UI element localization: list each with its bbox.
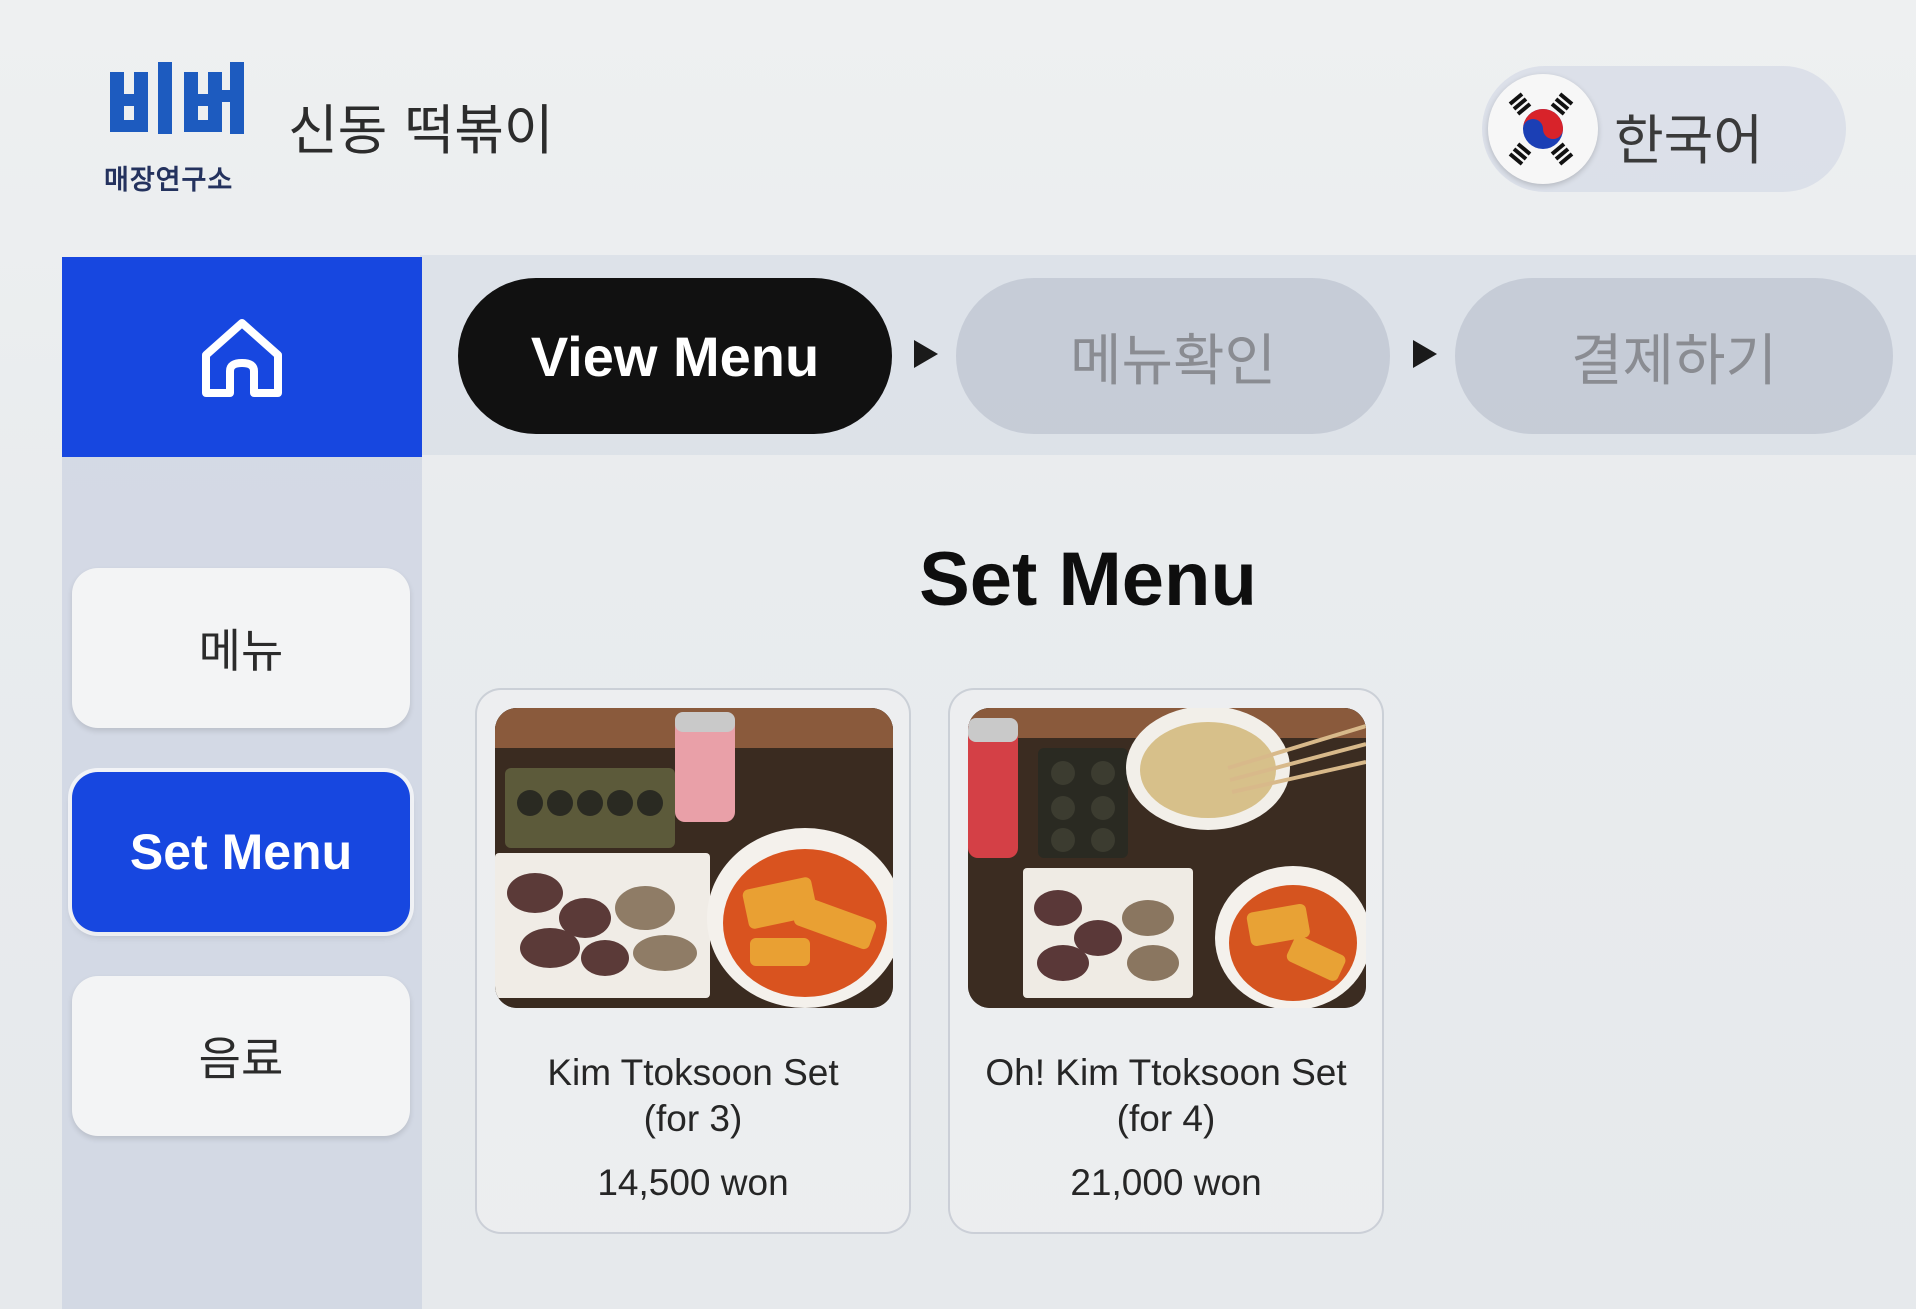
step-arrow-icon (914, 340, 938, 368)
menu-item-name-line1: Oh! Kim Ttoksoon Set (985, 1052, 1347, 1093)
step-arrow-icon (1413, 340, 1437, 368)
step-confirm-menu[interactable]: 메뉴확인 (956, 278, 1390, 434)
step-view-menu[interactable]: View Menu (458, 278, 892, 434)
category-menu[interactable]: 메뉴 (72, 568, 410, 728)
menu-item-name: Kim Ttoksoon Set (for 3) (477, 1050, 909, 1142)
logo-mark-icon (110, 62, 244, 134)
home-icon (202, 319, 282, 397)
category-drinks[interactable]: 음료 (72, 976, 410, 1136)
menu-item-name: Oh! Kim Ttoksoon Set (for 4) (950, 1050, 1382, 1142)
step-payment[interactable]: 결제하기 (1455, 278, 1893, 434)
menu-item-name-line2: (for 3) (643, 1098, 743, 1139)
menu-item-name-line2: (for 4) (1116, 1098, 1216, 1139)
food-photo (968, 708, 1366, 1008)
menu-item-name-line1: Kim Ttoksoon Set (547, 1052, 839, 1093)
home-button[interactable] (62, 257, 422, 457)
language-button[interactable]: 한국어 (1482, 66, 1846, 192)
section-title: Set Menu (919, 537, 1257, 622)
menu-item-price: 21,000 won (1070, 1162, 1262, 1203)
store-name: 신동 떡볶이 (288, 99, 554, 162)
header: 매장연구소 신동 떡볶이 한국어 (0, 0, 1916, 255)
menu-item-price: 14,500 won (597, 1162, 789, 1203)
menu-item-card[interactable]: Oh! Kim Ttoksoon Set (for 4) 21,000 won (948, 688, 1384, 1234)
language-label: 한국어 (1614, 109, 1764, 172)
food-photo (495, 708, 893, 1008)
store-logo: 매장연구소 (100, 58, 260, 198)
korea-flag-icon (1488, 74, 1598, 184)
menu-item-card[interactable]: Kim Ttoksoon Set (for 3) 14,500 won (475, 688, 911, 1234)
category-set-menu[interactable]: Set Menu (72, 772, 410, 932)
logo-subtitle: 매장연구소 (104, 165, 234, 196)
